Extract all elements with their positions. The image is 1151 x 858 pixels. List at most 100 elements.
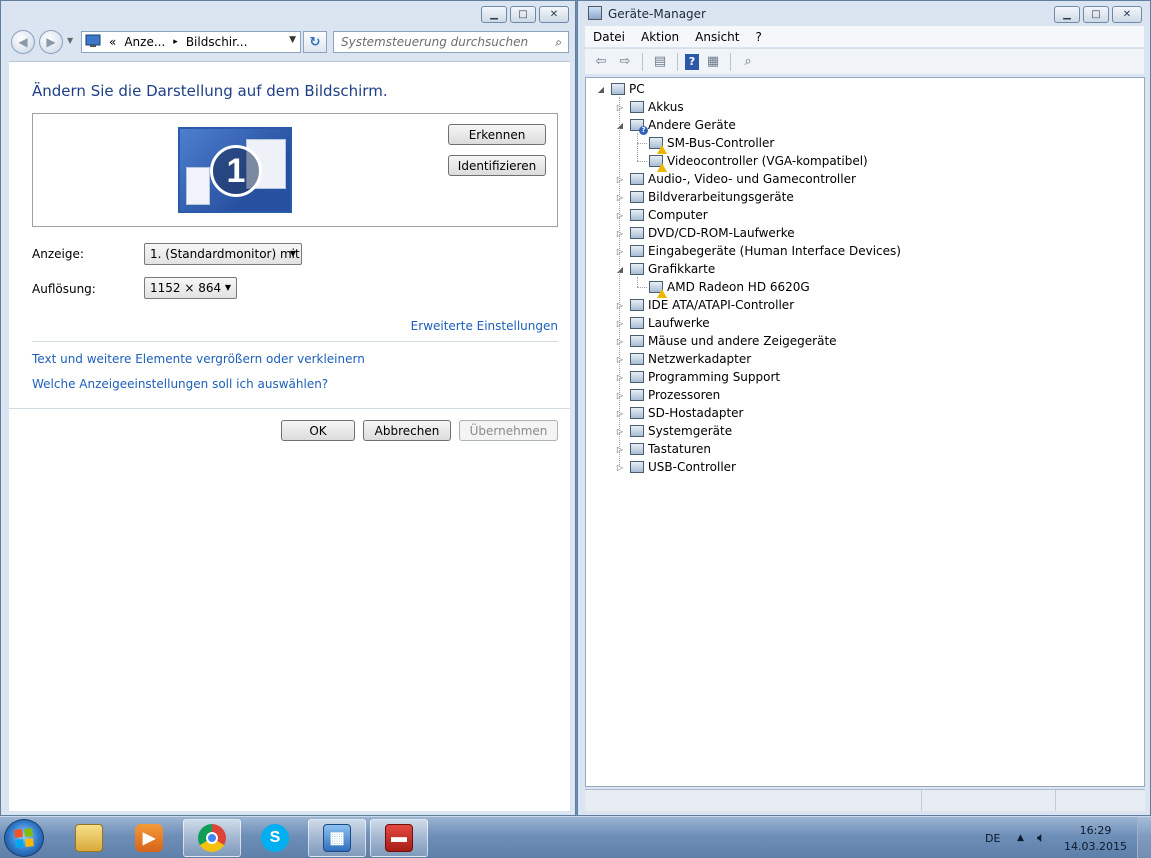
tree-item-amd-radeon-hd-6620g[interactable]: AMD Radeon HD 6620G	[634, 278, 810, 298]
apply-button[interactable]: Übernehmen	[459, 420, 558, 441]
detect-button[interactable]: Erkennen	[448, 124, 546, 145]
expanded-arrow-icon[interactable]: ◢	[596, 85, 606, 94]
scan-hardware-icon[interactable]: ⌕	[738, 53, 758, 71]
tree-item-usb-controller[interactable]: ▷ USB-Controller	[615, 458, 736, 476]
tree-item-sd-hostadapter[interactable]: ▷ SD-Hostadapter	[615, 404, 744, 422]
tree-item-videocontroller-vga-kompatibel[interactable]: Videocontroller (VGA-kompatibel)	[634, 152, 868, 172]
show-hidden-icons-icon[interactable]: ▲	[1017, 817, 1024, 858]
menu-datei[interactable]: Datei	[585, 30, 633, 44]
toolbox-icon: ▬	[385, 824, 413, 852]
close-button[interactable]: ✕	[1112, 6, 1142, 23]
tree-item-programming-support[interactable]: ▷ Programming Support	[615, 368, 780, 386]
tree-item-mäuse-und-andere-zeigegeräte[interactable]: ▷ Mäuse und andere Zeigegeräte	[615, 332, 837, 350]
back-button[interactable]: ◀	[11, 30, 35, 54]
volume-icon[interactable]: 🔈︎	[1037, 817, 1045, 858]
back-arrow-icon: ◀	[18, 35, 28, 49]
collapsed-arrow-icon[interactable]: ▷	[615, 103, 625, 112]
collapsed-arrow-icon[interactable]: ▷	[615, 355, 625, 364]
search-input[interactable]: Systemsteuerung durchsuchen ⌕	[333, 31, 569, 53]
advanced-settings-link[interactable]: Erweiterte Einstellungen	[411, 319, 558, 333]
ok-button[interactable]: OK	[281, 420, 355, 441]
update-driver-icon[interactable]: ▦	[703, 53, 723, 71]
refresh-button[interactable]: ↻	[303, 31, 327, 53]
cancel-button[interactable]: Abbrechen	[363, 420, 451, 441]
tree-item-tastaturen[interactable]: ▷ Tastaturen	[615, 440, 711, 458]
resolution-select[interactable]: 1152 × 864 ▼	[144, 277, 237, 299]
tree-item-ide-ata-atapi-controller[interactable]: ▷ IDE ATA/ATAPI-Controller	[615, 296, 794, 314]
which-settings-link[interactable]: Welche Anzeigeeinstellungen soll ich aus…	[32, 377, 328, 391]
control-panel-taskbar-button[interactable]: ▦	[308, 819, 366, 857]
collapsed-arrow-icon[interactable]: ▷	[615, 301, 625, 310]
start-button[interactable]	[4, 819, 44, 857]
tree-item-audio-video-und-gamecontroller[interactable]: ▷ Audio-, Video- und Gamecontroller	[615, 170, 856, 188]
collapsed-arrow-icon[interactable]: ▷	[615, 247, 625, 256]
language-indicator[interactable]: DE	[985, 817, 1000, 858]
monitor-number: 1	[210, 145, 262, 197]
collapsed-arrow-icon[interactable]: ▷	[615, 211, 625, 220]
collapsed-arrow-icon[interactable]: ▷	[615, 229, 625, 238]
close-button[interactable]: ✕	[539, 6, 569, 23]
toolbox-taskbar-button[interactable]: ▬	[370, 819, 428, 857]
tree-item-label: Akkus	[648, 100, 684, 114]
chevron-down-icon: ▼	[289, 249, 296, 258]
address-bar[interactable]: « Anze... ▸ Bildschir... ▼	[81, 31, 301, 53]
menu-ansicht[interactable]: Ansicht	[687, 30, 747, 44]
minimize-button[interactable]: ▁	[1054, 6, 1080, 23]
breadcrumb-bildschirm[interactable]: Bildschir...	[182, 35, 252, 49]
display-select[interactable]: 1. (Standardmonitor) mit ▼	[144, 243, 302, 265]
address-dropdown-icon[interactable]: ▼	[289, 35, 296, 45]
skype-taskbar-button[interactable]: S	[246, 819, 304, 857]
recent-pages-dropdown-icon[interactable]: ▼	[67, 36, 73, 45]
collapsed-arrow-icon[interactable]: ▷	[615, 337, 625, 346]
maximize-button[interactable]: □	[510, 6, 536, 23]
collapsed-arrow-icon[interactable]: ▷	[615, 427, 625, 436]
tree-item-netzwerkadapter[interactable]: ▷ Netzwerkadapter	[615, 350, 751, 368]
tree-item-sm-bus-controller[interactable]: SM-Bus-Controller	[634, 134, 774, 154]
collapsed-arrow-icon[interactable]: ▷	[615, 175, 625, 184]
tree-item-akkus[interactable]: ▷ Akkus	[615, 98, 684, 116]
collapsed-arrow-icon[interactable]: ▷	[615, 409, 625, 418]
tree-item-systemgeräte[interactable]: ▷ Systemgeräte	[615, 422, 732, 440]
expanded-arrow-icon[interactable]: ◢	[615, 121, 625, 130]
help-icon[interactable]: ?	[685, 53, 699, 70]
media-player-taskbar-button[interactable]: ▶	[120, 819, 178, 857]
collapsed-arrow-icon[interactable]: ▷	[615, 463, 625, 472]
menu-aktion[interactable]: Aktion	[633, 30, 687, 44]
menu-help[interactable]: ?	[747, 30, 769, 44]
minimize-button[interactable]: ▁	[481, 6, 507, 23]
properties-icon[interactable]: ▤	[650, 53, 670, 71]
taskbar: ▶ S ▦ ▬ DE ▲ 🔈︎ 16:29 14.03.2015	[0, 816, 1151, 858]
breadcrumb-anzeige[interactable]: Anze...	[120, 35, 169, 49]
search-icon[interactable]: ⌕	[555, 35, 562, 50]
expanded-arrow-icon[interactable]: ◢	[615, 265, 625, 274]
identify-button[interactable]: Identifizieren	[448, 155, 546, 176]
collapsed-arrow-icon[interactable]: ▷	[615, 391, 625, 400]
chrome-taskbar-button[interactable]	[183, 819, 241, 857]
back-arrow-icon[interactable]: ⇦	[591, 53, 611, 71]
collapsed-arrow-icon[interactable]: ▷	[615, 319, 625, 328]
tree-item-grafikkarte[interactable]: ◢ Grafikkarte	[615, 260, 715, 278]
tree-item-bildverarbeitungsgeräte[interactable]: ▷ Bildverarbeitungsgeräte	[615, 188, 794, 206]
breadcrumb-overflow[interactable]: «	[105, 35, 120, 49]
forward-button[interactable]: ▶	[39, 30, 63, 54]
collapsed-arrow-icon[interactable]: ▷	[615, 445, 625, 454]
clock[interactable]: 16:29 14.03.2015	[1064, 823, 1127, 855]
tree-item-computer[interactable]: ▷ Computer	[615, 206, 708, 224]
forward-arrow-icon[interactable]: ⇨	[615, 53, 635, 71]
collapsed-arrow-icon[interactable]: ▷	[615, 193, 625, 202]
tree-item-prozessoren[interactable]: ▷ Prozessoren	[615, 386, 720, 404]
toolbar: ⇦ ⇨ ▤ ? ▦ ⌕	[585, 48, 1144, 74]
text-size-link[interactable]: Text und weitere Elemente vergrößern ode…	[32, 352, 365, 366]
tree-item-eingabegeräte-human-interface-devices[interactable]: ▷ Eingabegeräte (Human Interface Devices)	[615, 242, 901, 260]
collapsed-arrow-icon[interactable]: ▷	[615, 373, 625, 382]
tree-item-pc[interactable]: ◢ PC	[596, 80, 645, 98]
tree-item-dvd-cd-rom-laufwerke[interactable]: ▷ DVD/CD-ROM-Laufwerke	[615, 224, 795, 242]
speaker-icon	[629, 171, 645, 187]
explorer-taskbar-button[interactable]	[60, 819, 118, 857]
tree-item-laufwerke[interactable]: ▷ Laufwerke	[615, 314, 710, 332]
tree-item-andere-geräte[interactable]: ◢? Andere Geräte	[615, 116, 736, 135]
show-desktop-button[interactable]	[1137, 817, 1151, 858]
monitor-1-preview[interactable]: 1	[178, 127, 292, 213]
maximize-button[interactable]: □	[1083, 6, 1109, 23]
breadcrumb-separator-icon[interactable]: ▸	[169, 37, 182, 47]
